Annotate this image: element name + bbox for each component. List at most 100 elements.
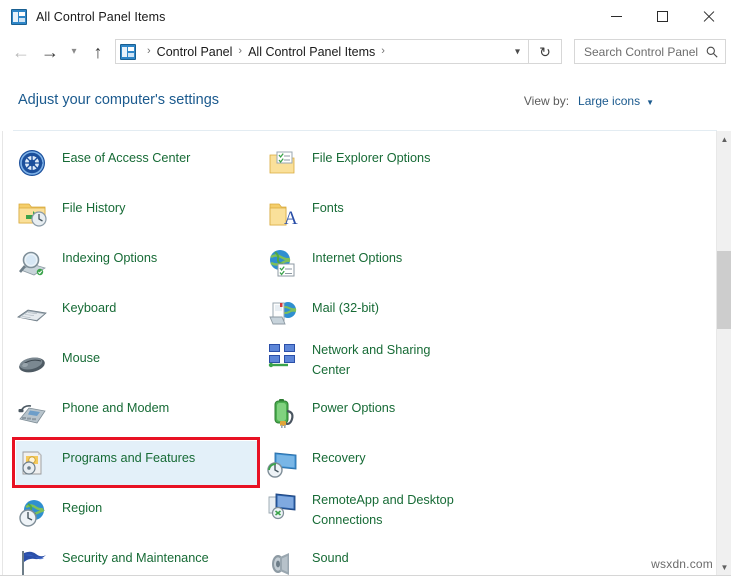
item-file-history[interactable]: File History: [16, 195, 266, 239]
item-label: Internet Options: [312, 245, 402, 268]
scroll-up-button[interactable]: ▲: [717, 131, 731, 148]
item-phone-and-modem[interactable]: Phone and Modem: [16, 395, 266, 439]
search-box[interactable]: [574, 39, 726, 64]
item-programs-and-features[interactable]: Programs and Features: [16, 441, 260, 485]
maximize-icon: [657, 11, 668, 22]
view-by-label: View by:: [524, 94, 569, 108]
item-label: RemoteApp and Desktop Connections: [312, 487, 492, 530]
item-network-and-sharing-center[interactable]: Network and Sharing Center: [266, 337, 516, 389]
forward-arrow-icon: →: [41, 43, 59, 61]
remoteapp-icon: [266, 489, 298, 521]
minimize-icon: [611, 16, 622, 17]
page-title: Adjust your computer's settings: [18, 92, 219, 108]
sound-icon: [266, 547, 298, 576]
svg-text:A: A: [284, 208, 298, 229]
scrollbar-thumb[interactable]: [717, 251, 731, 329]
fonts-icon: A: [266, 197, 298, 229]
item-mail[interactable]: Mail (32-bit): [266, 295, 516, 339]
item-label: Indexing Options: [62, 245, 157, 268]
search-icon: [706, 46, 718, 58]
minimize-button[interactable]: [593, 0, 639, 33]
item-keyboard[interactable]: Keyboard: [16, 295, 266, 339]
item-label: Region: [62, 495, 102, 518]
keyboard-icon: [16, 297, 48, 329]
item-label: Keyboard: [62, 295, 116, 318]
recent-locations-button[interactable]: ▾: [64, 37, 84, 67]
item-ease-of-access-center[interactable]: Ease of Access Center: [16, 145, 266, 189]
power-options-icon: [266, 397, 298, 429]
scroll-down-icon: ▼: [721, 563, 729, 572]
file-explorer-options-icon: [266, 147, 298, 179]
back-button[interactable]: ←: [6, 37, 36, 67]
breadcrumb-separator: ›: [147, 46, 151, 57]
window-controls: [593, 0, 731, 33]
security-maintenance-icon: [16, 547, 48, 576]
search-input[interactable]: [582, 44, 704, 60]
icon-grid: Ease of Access Center File History: [3, 131, 703, 576]
item-label: Mail (32-bit): [312, 295, 379, 318]
item-label: Security and Maintenance: [62, 545, 209, 568]
refresh-icon: ↻: [539, 45, 551, 59]
item-sound[interactable]: Sound: [266, 545, 516, 576]
header-strip: Adjust your computer's settings View by:…: [0, 70, 731, 131]
item-power-options[interactable]: Power Options: [266, 395, 516, 439]
chevron-down-icon[interactable]: ▾: [515, 46, 520, 57]
item-mouse[interactable]: Mouse: [16, 345, 266, 389]
item-label: Power Options: [312, 395, 395, 418]
item-file-explorer-options[interactable]: File Explorer Options: [266, 145, 516, 189]
item-security-and-maintenance[interactable]: Security and Maintenance: [16, 545, 266, 576]
scroll-up-icon: ▲: [721, 135, 729, 144]
recovery-icon: [266, 447, 298, 479]
maximize-button[interactable]: [639, 0, 685, 33]
forward-button[interactable]: →: [36, 37, 64, 67]
file-history-icon: [16, 197, 48, 229]
breadcrumb-separator: ›: [381, 46, 385, 57]
refresh-button[interactable]: ↻: [529, 39, 562, 64]
item-label: Phone and Modem: [62, 395, 169, 418]
item-label: Network and Sharing Center: [312, 337, 462, 380]
breadcrumb-item-all-control-panel-items[interactable]: All Control Panel Items: [248, 45, 375, 59]
phone-and-modem-icon: [16, 397, 48, 429]
item-label: Ease of Access Center: [62, 145, 190, 168]
view-by-value[interactable]: Large icons: [578, 94, 640, 108]
close-icon: [702, 10, 715, 23]
up-arrow-icon: ↑: [94, 43, 103, 61]
item-label: Programs and Features: [62, 445, 195, 468]
item-label: Fonts: [312, 195, 344, 218]
scroll-down-button[interactable]: ▼: [717, 559, 731, 576]
up-one-level-button[interactable]: ↑: [84, 37, 112, 67]
item-recovery[interactable]: Recovery: [266, 445, 516, 489]
item-internet-options[interactable]: Internet Options: [266, 245, 516, 289]
item-indexing-options[interactable]: Indexing Options: [16, 245, 266, 289]
breadcrumb-separator: ›: [238, 46, 242, 57]
title-bar: All Control Panel Items: [0, 0, 731, 33]
vertical-scrollbar[interactable]: ▲ ▼: [716, 131, 731, 576]
window-title: All Control Panel Items: [36, 10, 165, 24]
item-region[interactable]: Region: [16, 495, 266, 539]
chevron-down-icon[interactable]: ▼: [646, 98, 654, 107]
ease-of-access-icon: [16, 147, 48, 179]
item-label: File History: [62, 195, 125, 218]
mouse-icon: [16, 347, 48, 379]
item-label: Mouse: [62, 345, 100, 368]
control-panel-icon: [11, 9, 27, 25]
item-label: Recovery: [312, 445, 366, 468]
item-label: Sound: [312, 545, 349, 568]
region-icon: [16, 497, 48, 529]
navigation-bar: ← → ▾ ↑ › Control Panel › All Control Pa…: [0, 33, 731, 70]
watermark: wsxdn.com: [651, 557, 713, 571]
internet-options-icon: [266, 247, 298, 279]
view-by-control[interactable]: View by: Large icons ▼: [524, 94, 654, 108]
item-remoteapp-and-desktop-connections[interactable]: RemoteApp and Desktop Connections: [266, 487, 516, 539]
control-panel-icon: [120, 44, 136, 60]
indexing-options-icon: [16, 247, 48, 279]
breadcrumb-item-control-panel[interactable]: Control Panel: [157, 45, 233, 59]
mail-icon: [266, 297, 298, 329]
item-label: File Explorer Options: [312, 145, 430, 168]
control-panel-window: All Control Panel Items ← → ▾ ↑: [0, 0, 731, 576]
item-fonts[interactable]: A Fonts: [266, 195, 516, 239]
items-pane: Ease of Access Center File History: [2, 131, 717, 576]
close-button[interactable]: [685, 0, 731, 33]
breadcrumb[interactable]: › Control Panel › All Control Panel Item…: [115, 39, 529, 64]
chevron-down-icon: ▾: [71, 47, 76, 57]
